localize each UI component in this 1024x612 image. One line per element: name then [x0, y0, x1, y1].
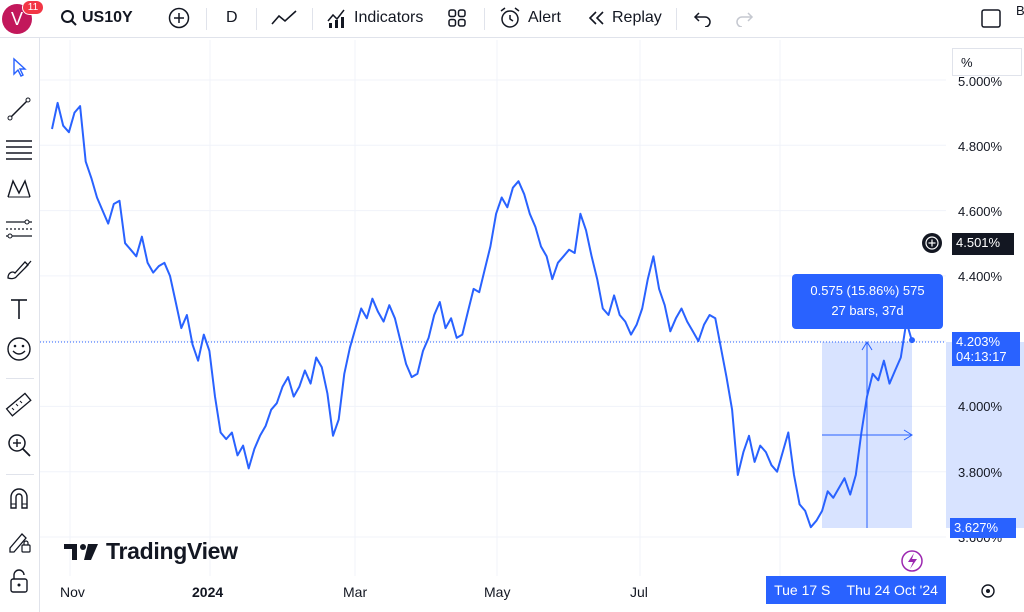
- price-tick: 4.600%: [958, 204, 1003, 219]
- time-tick: May: [484, 584, 511, 600]
- measure-low-tag: 3.627%: [950, 518, 1016, 538]
- last-price-tag: 4.203% 04:13:17: [952, 332, 1020, 366]
- time-tick: 2024: [192, 584, 224, 600]
- logo-text: TradingView: [106, 538, 238, 564]
- last-price-value: 4.203%: [956, 334, 1001, 349]
- date-end: Thu 24 Oct '24: [846, 582, 938, 598]
- time-tick: Mar: [343, 584, 368, 600]
- scale-label: %: [961, 55, 973, 70]
- measure-bars: 27 bars, 37d: [831, 303, 904, 318]
- price-tick: 5.000%: [958, 74, 1003, 89]
- time-tick: Jul: [630, 584, 648, 600]
- add-alert-plus-icon[interactable]: [922, 233, 942, 253]
- crosshair-price-tag: 4.501%: [952, 233, 1014, 255]
- price-tick: 4.400%: [958, 269, 1003, 284]
- price-tick: 3.800%: [958, 465, 1003, 480]
- lightning-icon: [908, 553, 917, 569]
- measure-change: 0.575 (15.86%) 575: [810, 283, 925, 298]
- measure-axis-highlight: [946, 342, 1024, 528]
- tradingview-logo: TradingView: [64, 538, 238, 565]
- price-tick: 4.800%: [958, 139, 1003, 154]
- measure-tooltip: 0.575 (15.86%) 575 27 bars, 37d: [792, 274, 943, 329]
- time-tick: Nov: [60, 584, 85, 600]
- last-price-dot: [909, 337, 915, 344]
- price-series-line: [51, 101, 913, 529]
- bar-countdown: 04:13:17: [956, 349, 1007, 364]
- date-start: Tue 17 S: [774, 582, 831, 598]
- settings-icon-center: [986, 589, 990, 593]
- price-tick: 4.000%: [958, 399, 1003, 414]
- tv-logo-icon: [64, 543, 98, 560]
- measure-date-range-tag: Tue 17 S Thu 24 Oct '24: [766, 576, 946, 604]
- scale-mode-button[interactable]: %: [952, 48, 1022, 76]
